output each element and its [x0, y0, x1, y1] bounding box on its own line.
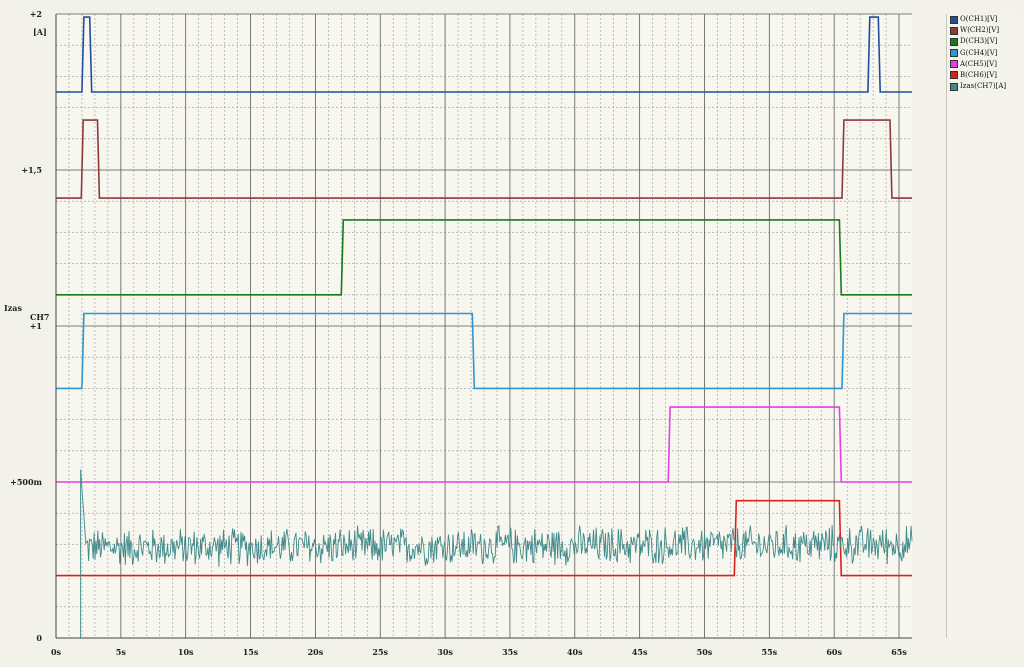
legend-swatch — [950, 37, 958, 46]
x-tick-label: 30s — [437, 647, 453, 657]
oscilloscope-chart: 0s 5s 10s 15s 20s 25s 30s 35s 40s 45s 50s 55s 60s 65s… — [4, 9, 913, 657]
legend-item[interactable]: O(CH1)[V] — [947, 14, 1022, 25]
legend: O(CH1)[V] W(CH2)[V] D(CH3)[V] G(CH4)[V] A(CH… — [946, 14, 1022, 638]
legend-item[interactable]: D(CH3)[V] — [947, 36, 1022, 47]
legend-swatch — [950, 15, 958, 24]
legend-swatch — [950, 49, 958, 58]
y-tick-label: +2 — [30, 9, 42, 19]
x-tick-label: 50s — [697, 647, 713, 657]
x-tick-label: 55s — [762, 647, 778, 657]
legend-label: G(CH4)[V] — [960, 48, 998, 57]
legend-item[interactable]: G(CH4)[V] — [947, 48, 1022, 59]
x-tick-label: 10s — [178, 647, 194, 657]
y-tick-label: +1 — [30, 321, 42, 331]
x-tick-label: 0s — [51, 647, 62, 657]
legend-item[interactable]: W(CH2)[V] — [947, 25, 1022, 36]
legend-item[interactable]: A(CH5)[V] — [947, 59, 1022, 70]
y-tick-labels: 0 +500m +1 +1,5 +2 — [10, 9, 42, 643]
legend-swatch — [950, 82, 958, 91]
legend-swatch — [950, 60, 958, 69]
x-tick-label: 65s — [891, 647, 907, 657]
y-channel-label: CH7 — [30, 312, 50, 322]
x-tick-label: 40s — [567, 647, 583, 657]
y-axis-name: Izas — [4, 303, 22, 313]
legend-label: O(CH1)[V] — [960, 15, 998, 23]
x-tick-label: 60s — [826, 647, 842, 657]
x-tick-label: 25s — [372, 647, 388, 657]
legend-item[interactable]: Izas(CH7)[A] — [947, 81, 1022, 92]
y-unit-label: [A] — [33, 27, 47, 37]
y-tick-label: 0 — [36, 633, 42, 643]
x-tick-label: 20s — [308, 647, 324, 657]
x-tick-label: 35s — [502, 647, 518, 657]
legend-item[interactable]: B(CH6)[V] — [947, 70, 1022, 81]
x-tick-labels: 0s 5s 10s 15s 20s 25s 30s 35s 40s 45s 50s 55s 60s 65s — [51, 647, 907, 657]
x-tick-label: 15s — [243, 647, 259, 657]
legend-label: B(CH6)[V] — [960, 70, 998, 79]
x-tick-label: 5s — [116, 647, 127, 657]
legend-label: D(CH3)[V] — [960, 37, 998, 46]
x-tick-label: 45s — [632, 647, 648, 657]
legend-label: W(CH2)[V] — [960, 26, 1000, 35]
legend-label: Izas(CH7)[A] — [960, 82, 1007, 91]
y-tick-label: +500m — [10, 477, 42, 487]
y-tick-label: +1,5 — [21, 165, 42, 175]
legend-swatch — [950, 26, 958, 35]
legend-swatch — [950, 71, 958, 80]
legend-label: A(CH5)[V] — [960, 59, 997, 68]
